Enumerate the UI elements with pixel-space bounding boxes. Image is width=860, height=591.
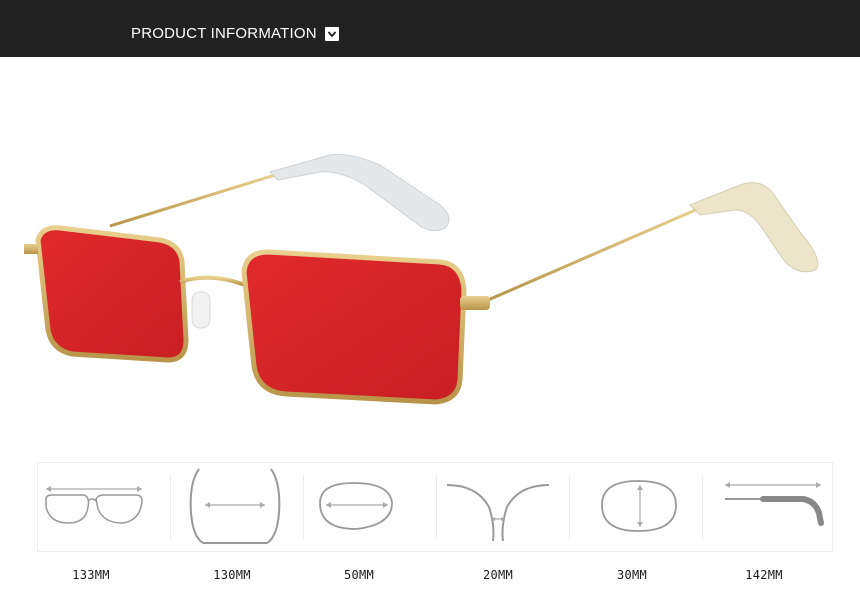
temple-spread-icon [189, 468, 281, 544]
dimension-panel [37, 462, 833, 552]
spec-label-lens-height: 30MM [616, 568, 648, 582]
lens-width-icon [319, 482, 393, 530]
header-bar: PRODUCT INFORMATION [0, 0, 860, 57]
spec-temple-spread [171, 463, 303, 551]
spec-temple-length [703, 463, 832, 551]
temple-length-icon [725, 482, 824, 526]
chevron-down-icon[interactable] [325, 27, 339, 41]
spec-label-temple-length: 142MM [745, 568, 783, 582]
spec-lens-width [304, 463, 436, 551]
spec-label-frame-width: 133MM [72, 568, 110, 582]
spec-label-temple-spread: 130MM [213, 568, 251, 582]
bridge-width-icon [446, 484, 550, 542]
section-title: PRODUCT INFORMATION [131, 25, 317, 42]
spec-frame-width [38, 463, 170, 551]
frame-width-icon [45, 486, 143, 524]
spec-bridge-width [437, 463, 569, 551]
spec-label-lens-width: 50MM [343, 568, 375, 582]
lens-height-icon [601, 480, 677, 532]
spec-label-bridge-width: 20MM [482, 568, 514, 582]
spec-lens-height [570, 463, 702, 551]
sunglasses-image [24, 154, 819, 405]
